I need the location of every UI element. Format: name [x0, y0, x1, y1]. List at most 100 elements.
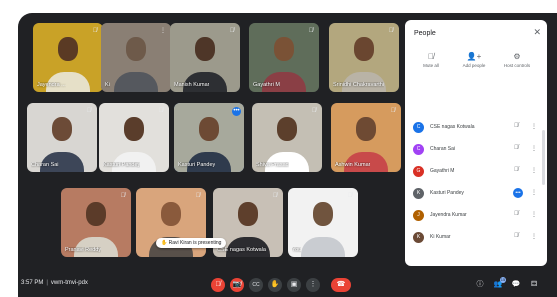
chat-button[interactable]: 💬 — [510, 279, 522, 291]
mute-all-label: Mute all — [423, 63, 439, 68]
host-controls-icon: ⚙ — [513, 52, 521, 61]
person-head — [277, 117, 297, 141]
meeting-info: 3:57 PM | vwm-tmvi-pdx — [21, 280, 88, 286]
more-vert-icon[interactable]: ⋮ — [531, 211, 537, 218]
participant-name: Kasturi Pandey — [430, 190, 464, 196]
person-head — [161, 202, 181, 226]
add-people-button[interactable]: 👤+ Add people — [454, 52, 494, 68]
more-vert-icon[interactable]: ⋮ — [531, 167, 537, 174]
mic-status-icon[interactable]: 🎙̸ — [514, 123, 519, 129]
mic-status-icon: ••• — [232, 107, 241, 116]
mute-icon: 🎙̸ — [428, 52, 434, 61]
mic-status-icon: 🎙̸ — [86, 108, 92, 114]
separator: | — [46, 280, 48, 286]
mic-status-icon[interactable]: 🎙̸ — [514, 233, 519, 239]
more-vert-icon[interactable]: ⋮ — [531, 189, 537, 196]
participant-tile[interactable]: 🎙̸ Ashwin Kumar — [331, 103, 401, 172]
mute-all-button[interactable]: 🎙̸ Mute all — [411, 52, 451, 68]
avatar: C — [413, 144, 424, 155]
present-button[interactable]: ▣ — [287, 278, 301, 292]
participant-name: Jayendra ... — [37, 82, 66, 88]
participant-name: Gayathri M — [253, 82, 280, 88]
captions-button[interactable]: CC — [249, 278, 263, 292]
more-vert-icon[interactable]: ⋮ — [531, 123, 537, 130]
activities-button[interactable]: ⚃ — [528, 279, 540, 291]
people-button[interactable]: 👥 15 — [492, 277, 506, 291]
person-head — [126, 37, 146, 61]
participant-tile[interactable]: 🎙̸ Shiva Prasad — [252, 103, 322, 172]
participant-name: Pranavi Reddy — [65, 247, 102, 253]
participant-tile[interactable]: 🎙̸ Jayendra ... — [33, 23, 103, 92]
leave-call-button[interactable]: ☎ — [331, 278, 351, 292]
participant-name: Jayendra Kumar — [430, 212, 467, 218]
mic-status-icon: 🎙̸ — [195, 193, 201, 199]
participant-name: Charan Sai — [430, 146, 456, 152]
mic-status-icon: 🎙̸ — [92, 28, 98, 34]
mic-status-icon[interactable]: ••• — [513, 188, 523, 198]
host-controls-button[interactable]: ⚙ Host controls — [497, 52, 537, 68]
participant-tile[interactable]: ⋮ Ki — [101, 23, 171, 92]
more-vert-icon: ⋮ — [309, 281, 317, 288]
participant-tile[interactable]: 🎙̸ Manish Kumar — [170, 23, 240, 92]
participant-name: Kasturi Pandey — [178, 162, 216, 168]
mic-status-icon: 🎙̸ — [347, 193, 353, 199]
avatar: C — [413, 122, 424, 133]
chat-icon: 💬 — [511, 281, 521, 288]
participant-tile[interactable]: 🎙̸ Kasturi Pandey — [99, 103, 169, 172]
info-icon: ⓘ — [476, 281, 484, 288]
mic-status-icon[interactable]: 🎙̸ — [514, 211, 519, 217]
camera-off-icon: 📷̸ — [232, 281, 242, 288]
participant-name: Ashwin Kumar — [335, 162, 371, 168]
participant-name: Shiva Prasad — [256, 162, 289, 168]
participant-name: Gayathri M — [430, 168, 455, 174]
more-vert-icon[interactable]: ⋮ — [531, 233, 537, 240]
more-options-button[interactable]: ⋮ — [306, 278, 320, 292]
participant-name: Ki Kumar — [430, 234, 451, 240]
hand-icon: ✋ — [270, 281, 280, 288]
presenting-tooltip: ✋ Ravi Kiran is presenting — [156, 238, 227, 248]
activities-icon: ⚃ — [530, 281, 538, 288]
close-icon[interactable]: ✕ — [533, 27, 541, 38]
person-head — [354, 37, 374, 61]
participant-name: You — [292, 247, 302, 253]
meeting-details-button[interactable]: ⓘ — [474, 279, 486, 291]
phone-hangup-icon: ☎ — [336, 281, 346, 288]
more-vert-icon[interactable]: ⋮ — [531, 145, 537, 152]
participant-tile[interactable]: 🎙̸ Pranavi Reddy — [61, 188, 131, 257]
person-head — [195, 37, 215, 61]
participant-row[interactable]: C Charan Sai 🎙̸ ⋮ — [413, 143, 541, 157]
mic-status-icon: 🎙̸ — [158, 108, 164, 114]
participant-row[interactable]: K Kasturi Pandey ••• ⋮ — [413, 187, 541, 201]
raise-hand-button[interactable]: ✋ — [268, 278, 282, 292]
person-head — [199, 117, 219, 141]
camera-toggle-button[interactable]: 📷̸ — [230, 278, 244, 292]
people-panel: People ✕ 🎙̸ Mute all 👤+ Add people ⚙ Hos… — [405, 20, 547, 266]
avatar: G — [413, 166, 424, 177]
mic-status-icon[interactable]: 🎙̸ — [514, 145, 519, 151]
mic-status-icon: 🎙̸ — [229, 28, 235, 34]
captions-icon: CC — [252, 282, 260, 288]
mic-status-icon[interactable]: 🎙̸ — [514, 167, 519, 173]
person-head — [86, 202, 106, 226]
participant-tile-active[interactable]: ••• Kasturi Pandey — [174, 103, 244, 172]
participant-row[interactable]: K Ki Kumar 🎙̸ ⋮ — [413, 231, 541, 245]
participant-row[interactable]: G Gayathri M 🎙̸ ⋮ — [413, 165, 541, 179]
participant-name: CSE nagas Kotwala — [430, 124, 475, 130]
person-head — [58, 37, 78, 61]
mic-status-icon: 🎙̸ — [311, 108, 317, 114]
participant-row[interactable]: C CSE nagas Kotwala 🎙̸ ⋮ — [413, 121, 541, 135]
meeting-time: 3:57 PM — [21, 280, 44, 286]
scrollbar[interactable] — [542, 130, 545, 185]
participant-row[interactable]: J Jayendra Kumar 🎙̸ ⋮ — [413, 209, 541, 223]
people-count-badge: 15 — [500, 277, 506, 283]
participant-tile[interactable]: 🎙̸ Srinidhi Chakravarthi — [329, 23, 399, 92]
mic-toggle-button[interactable]: 🎙̸ — [211, 278, 225, 292]
person-head — [124, 117, 144, 141]
participant-tile-self[interactable]: 🎙̸ You — [288, 188, 358, 257]
participant-tile[interactable]: 🎙̸ Charan Sai — [27, 103, 97, 172]
participant-tile[interactable]: 🎙̸ Gayathri M — [249, 23, 319, 92]
meeting-code[interactable]: vwm-tmvi-pdx — [51, 280, 88, 286]
panel-title: People — [414, 30, 436, 37]
participant-name: CSE nagas Kotwala — [217, 247, 266, 253]
mic-status-icon: 🎙̸ — [388, 28, 394, 34]
